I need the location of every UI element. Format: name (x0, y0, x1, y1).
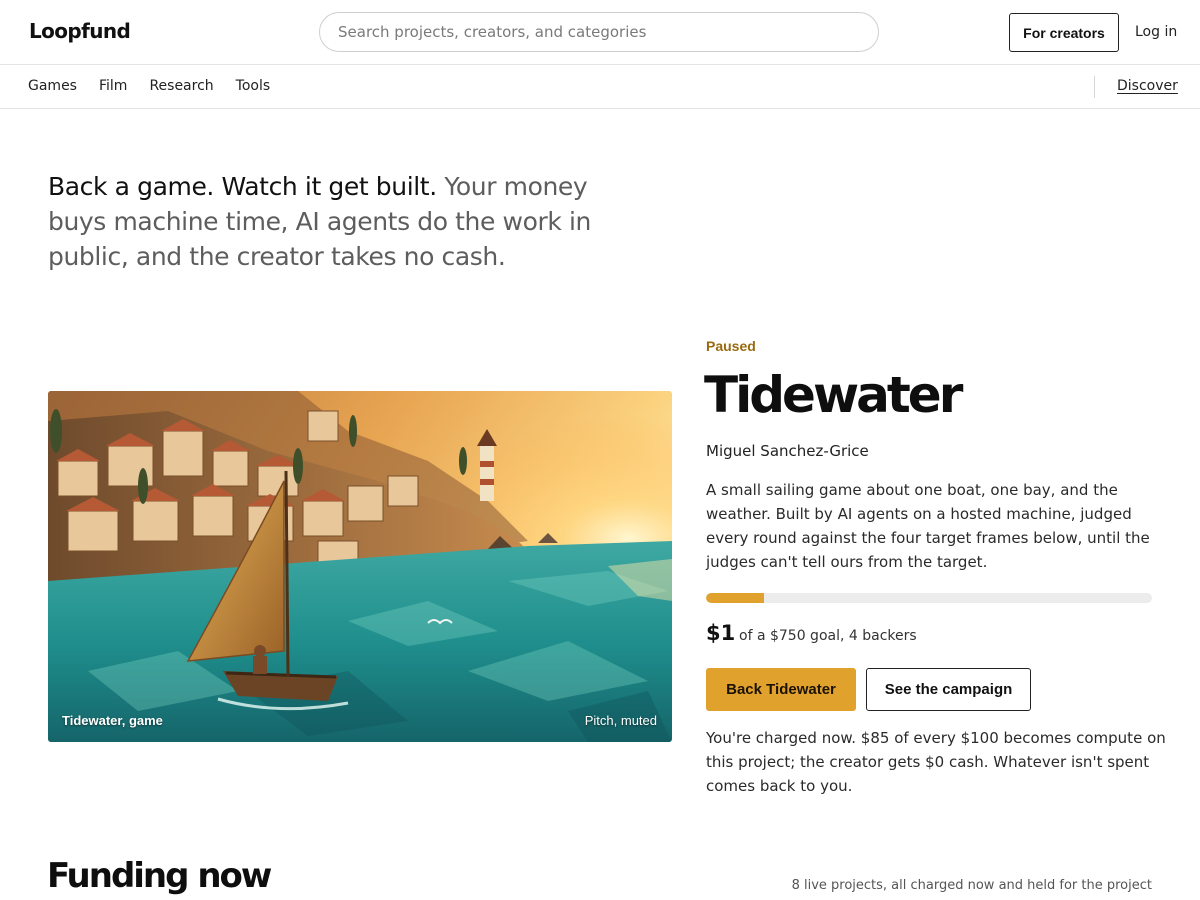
nav-divider (1094, 76, 1095, 98)
pledged-amount: $1 (706, 621, 736, 645)
category-tools[interactable]: Tools (236, 78, 271, 94)
for-creators-button[interactable]: For creators (1009, 13, 1119, 52)
funding-progress-bar (706, 593, 1152, 603)
creator-name[interactable]: Miguel Sanchez-Grice (706, 442, 869, 460)
category-research[interactable]: Research (149, 78, 213, 94)
goal-text: of a $750 goal, 4 backers (739, 628, 917, 644)
hero-lead: Back a game. Watch it get built. (48, 172, 437, 201)
media-status[interactable]: Pitch, muted (585, 713, 657, 728)
search-input[interactable] (319, 12, 879, 52)
charge-note: You're charged now. $85 of every $100 be… (706, 729, 1166, 795)
logo[interactable]: Loopfund (29, 19, 131, 43)
hero-statement: Back a game. Watch it get built. Your mo… (48, 169, 608, 274)
section-meta: 8 live projects, all charged now and hel… (791, 878, 1152, 893)
discover-link[interactable]: Discover (1117, 78, 1178, 94)
see-campaign-button[interactable]: See the campaign (866, 668, 1031, 711)
category-film[interactable]: Film (99, 78, 127, 94)
project-title[interactable]: Tidewater (704, 366, 963, 424)
funding-progress-fill (706, 593, 764, 603)
image-caption: Tidewater, game (62, 713, 163, 728)
project-blurb: A small sailing game about one boat, one… (706, 481, 1150, 571)
back-project-button[interactable]: Back Tidewater (706, 668, 856, 711)
status-badge: Paused (706, 338, 756, 354)
category-nav: Games Film Research Tools Discover (0, 65, 1200, 109)
login-link[interactable]: Log in (1135, 24, 1177, 40)
sailing-illustration (48, 391, 672, 742)
section-title-funding-now: Funding now (47, 856, 272, 896)
feature-image[interactable]: Tidewater, game Pitch, muted (48, 391, 672, 742)
top-bar: Loopfund For creators Log in (0, 0, 1200, 65)
category-list: Games Film Research Tools (28, 78, 270, 94)
category-games[interactable]: Games (28, 78, 77, 94)
